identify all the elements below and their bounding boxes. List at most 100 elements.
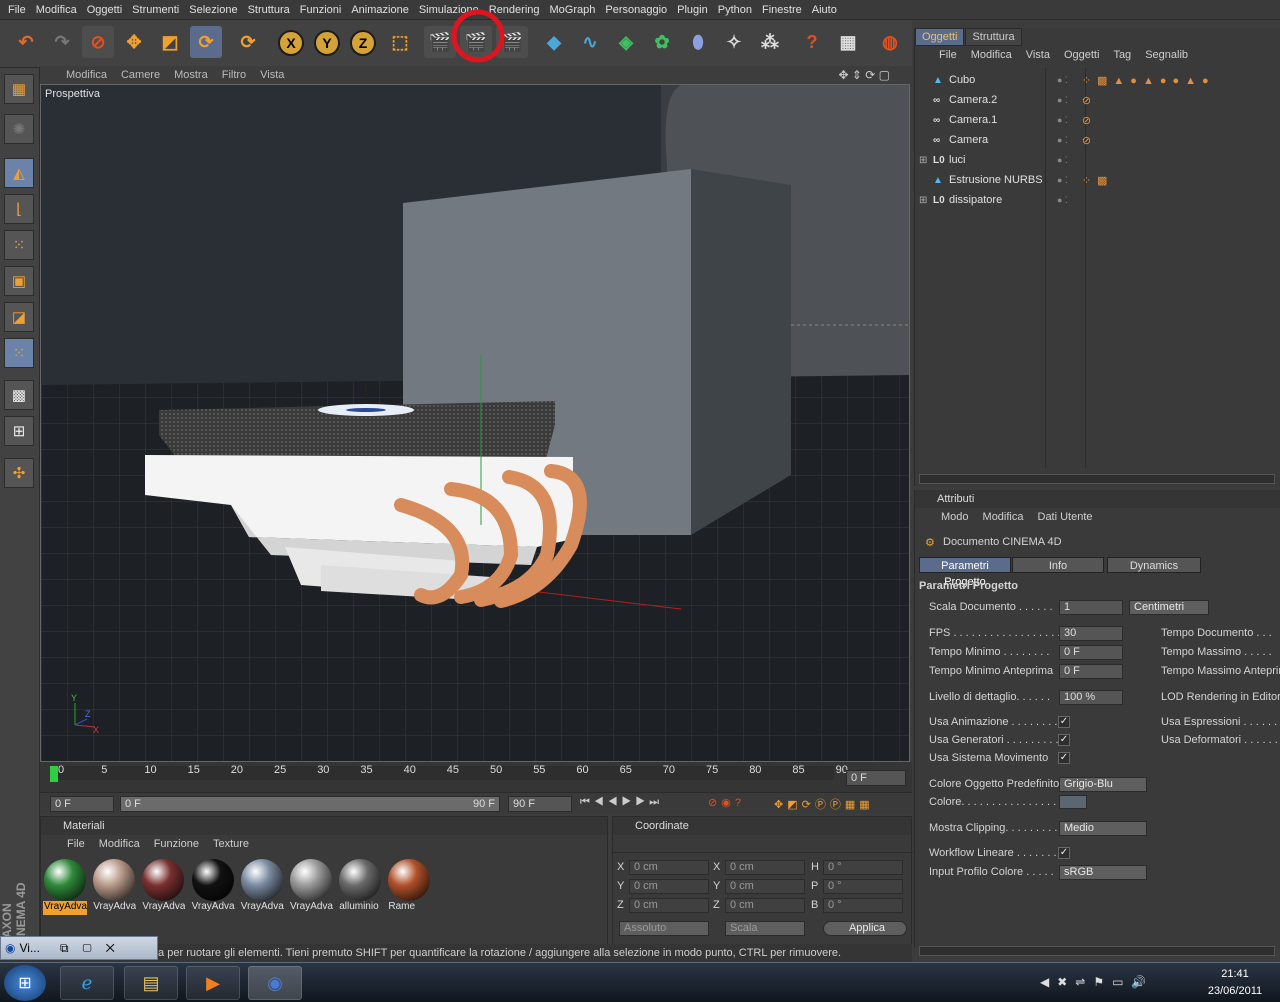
nurbs-icon[interactable]: ◈ xyxy=(610,26,642,58)
y-axis-lock[interactable]: Y xyxy=(314,30,340,56)
menu-finestre[interactable]: Finestre xyxy=(762,4,802,16)
obj-menu-file[interactable]: File xyxy=(939,49,957,61)
model-mode-icon[interactable]: ◭ xyxy=(4,158,34,188)
tempo-minimo-anteprima-field[interactable]: 0 F xyxy=(1059,664,1123,679)
object-tags-icon[interactable]: ⊘ xyxy=(1082,114,1097,127)
visibility-dots-icon[interactable]: ● ⁚ xyxy=(1057,175,1068,186)
rotate-icon[interactable]: ⟳ xyxy=(190,26,222,58)
window-controls[interactable]: ⧉▢✕ xyxy=(60,941,129,956)
sculpt-icon[interactable]: ✣ xyxy=(4,458,34,488)
clock-time[interactable]: 21:41 xyxy=(1200,968,1270,980)
texture-axis-icon[interactable]: ⊞ xyxy=(4,416,34,446)
mat-menu-file[interactable]: File xyxy=(67,838,85,850)
tab-struttura[interactable]: Struttura xyxy=(965,28,1022,46)
coord-field[interactable]: 0 cm xyxy=(725,860,805,875)
object-row[interactable]: ∞ Camera.2 ● ⁚ ⊘ xyxy=(915,90,1280,110)
animation-mode-icon[interactable]: ⁙ xyxy=(4,338,34,368)
object-axis-icon[interactable]: ⌊ xyxy=(4,194,34,224)
expand-icon[interactable]: ⊞ xyxy=(919,195,933,206)
explorer-icon[interactable]: ▤ xyxy=(124,966,178,1000)
vp-menu-filtro[interactable]: Filtro xyxy=(222,69,246,81)
workflow-lineare-checkbox[interactable]: ✓ xyxy=(1058,847,1070,859)
minimized-window[interactable]: ◉ Vi... ⧉▢✕ xyxy=(0,936,158,960)
live-select-icon[interactable]: ⊘ xyxy=(82,26,114,58)
visibility-dots-icon[interactable]: ● ⁚ xyxy=(1057,195,1068,206)
tab-parametri-progetto[interactable]: Parametri Progetto xyxy=(919,557,1011,588)
usa-sistema-movimento-checkbox[interactable]: ✓ xyxy=(1058,752,1070,764)
vp-menu-modifica[interactable]: Modifica xyxy=(66,69,107,81)
input-profilo-dropdown[interactable]: sRGB xyxy=(1059,865,1147,880)
tab-info[interactable]: Info xyxy=(1012,557,1104,573)
object-row[interactable]: ▲ Estrusione NURBS ● ⁚ ⁘▩ xyxy=(915,170,1280,190)
menu-oggetti[interactable]: Oggetti xyxy=(87,4,122,16)
menu-mograph[interactable]: MoGraph xyxy=(550,4,596,16)
menu-animazione[interactable]: Animazione xyxy=(351,4,408,16)
material-swatch[interactable]: Rame xyxy=(387,859,432,915)
object-name[interactable]: Cubo xyxy=(949,74,1045,86)
clock-date[interactable]: 23/06/2011 xyxy=(1200,985,1270,997)
material-swatch[interactable]: VrayAdva xyxy=(239,859,284,915)
scale-icon[interactable]: ◩ xyxy=(154,26,186,58)
lod-field[interactable]: 100 % xyxy=(1059,690,1123,705)
z-axis-lock[interactable]: Z xyxy=(350,30,376,56)
coord-field[interactable]: 0 ° xyxy=(823,879,903,894)
ie-icon[interactable]: ℯ xyxy=(60,966,114,1000)
menu-selezione[interactable]: Selezione xyxy=(189,4,237,16)
coordinate-system-icon[interactable]: ⬚ xyxy=(384,26,416,58)
objects-scrollbar[interactable] xyxy=(919,474,1275,484)
menu-personaggio[interactable]: Personaggio xyxy=(605,4,667,16)
material-swatch[interactable]: alluminio xyxy=(338,859,383,915)
object-name[interactable]: dissipatore xyxy=(949,194,1045,206)
object-tags-icon[interactable]: ⊘ xyxy=(1082,134,1097,147)
material-swatch[interactable]: VrayAdva xyxy=(289,859,333,915)
coord-field[interactable]: 0 cm xyxy=(629,898,709,913)
menu-file[interactable]: File xyxy=(8,4,26,16)
attr-menu-modifica[interactable]: Modifica xyxy=(983,511,1024,523)
visibility-dots-icon[interactable]: ● ⁚ xyxy=(1057,155,1068,166)
mostra-clipping-dropdown[interactable]: Medio xyxy=(1059,821,1147,836)
timeline-playhead[interactable] xyxy=(50,766,58,782)
usa-animazione-checkbox[interactable]: ✓ xyxy=(1058,716,1070,728)
web-icon[interactable]: ◍ xyxy=(874,26,906,58)
x-axis-lock[interactable]: X xyxy=(278,30,304,56)
coord-field[interactable]: 0 cm xyxy=(725,879,805,894)
apply-button[interactable]: Applica xyxy=(823,921,907,936)
obj-menu-vista[interactable]: Vista xyxy=(1026,49,1050,61)
tempo-minimo-field[interactable]: 0 F xyxy=(1059,645,1123,660)
last-tool-icon[interactable]: ⟳ xyxy=(232,26,264,58)
object-row[interactable]: ∞ Camera ● ⁚ ⊘ xyxy=(915,130,1280,150)
media-player-icon[interactable]: ▶ xyxy=(186,966,240,1000)
object-name[interactable]: Camera.1 xyxy=(949,114,1045,126)
menu-strumenti[interactable]: Strumenti xyxy=(132,4,179,16)
coord-field[interactable]: 0 ° xyxy=(823,898,903,913)
current-frame-field[interactable]: 0 F xyxy=(846,770,906,786)
obj-menu-oggetti[interactable]: Oggetti xyxy=(1064,49,1099,61)
attr-menu-dati-utente[interactable]: Dati Utente xyxy=(1038,511,1093,523)
vp-menu-mostra[interactable]: Mostra xyxy=(174,69,208,81)
undo-icon[interactable]: ↶ xyxy=(10,26,42,58)
attributes-scrollbar[interactable] xyxy=(919,946,1275,956)
fps-field[interactable]: 30 xyxy=(1059,626,1123,641)
coord-field[interactable]: 0 cm xyxy=(629,879,709,894)
perspective-viewport[interactable]: Y X Z xyxy=(40,84,910,762)
object-row[interactable]: ⊞ L0 dissipatore ● ⁚ xyxy=(915,190,1280,210)
expand-icon[interactable]: ⊞ xyxy=(919,155,933,166)
help-icon[interactable]: ? xyxy=(796,26,828,58)
object-name[interactable]: Camera.2 xyxy=(949,94,1045,106)
object-name[interactable]: Estrusione NURBS xyxy=(949,174,1045,186)
cinema4d-task-icon[interactable]: ◉ xyxy=(248,966,302,1000)
make-editable-icon[interactable]: ✺ xyxy=(4,114,34,144)
range-slider[interactable]: 0 F 90 F xyxy=(120,796,500,812)
scala-field[interactable]: 1 xyxy=(1059,600,1123,615)
menu-modifica[interactable]: Modifica xyxy=(36,4,77,16)
material-swatch[interactable]: VrayAdva xyxy=(190,859,235,915)
object-row[interactable]: ∞ Camera.1 ● ⁚ ⊘ xyxy=(915,110,1280,130)
deformer-icon[interactable]: ⬮ xyxy=(682,26,714,58)
menu-python[interactable]: Python xyxy=(718,4,752,16)
attr-menu-modo[interactable]: Modo xyxy=(941,511,969,523)
material-swatch[interactable]: VrayAdva xyxy=(92,859,137,915)
tab-oggetti[interactable]: Oggetti xyxy=(915,28,965,46)
colore-swatch[interactable] xyxy=(1059,795,1087,809)
vp-menu-camere[interactable]: Camere xyxy=(121,69,160,81)
edges-mode-icon[interactable]: ▣ xyxy=(4,266,34,296)
